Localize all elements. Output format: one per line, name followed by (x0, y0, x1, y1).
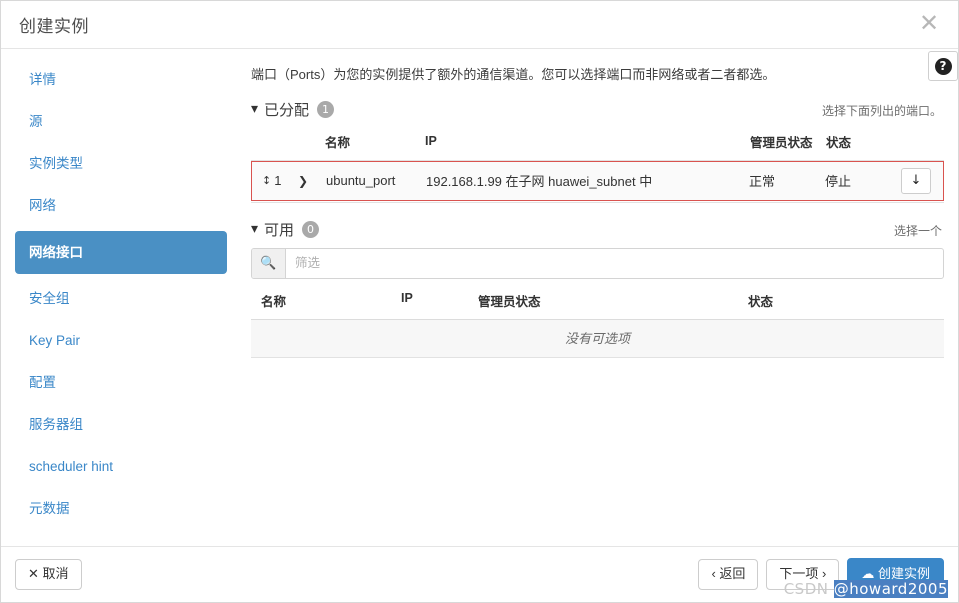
col-admin-state: 管理员状态 (750, 127, 826, 161)
wizard-content: ? 端口（Ports）为您的实例提供了额外的通信渠道。您可以选择端口而非网络或者… (241, 49, 958, 546)
table-row[interactable]: ↕ 1 ❯ ubuntu_port 192.168.1.99 在子网 huawe… (251, 160, 944, 201)
row-order[interactable]: ↕ 1 (252, 173, 298, 188)
empty-state-message: 没有可选项 (251, 319, 944, 358)
available-count-badge: 0 (302, 220, 320, 238)
back-button[interactable]: ‹ 返回 (698, 559, 759, 590)
help-button[interactable]: ? (928, 51, 958, 81)
sidebar-item-server-groups[interactable]: 服务器组 (15, 408, 227, 442)
allocated-title: 已分配 (264, 101, 310, 119)
available-title: 可用 (264, 221, 295, 239)
col-name: 名称 (261, 294, 287, 309)
row-order-value: 1 (274, 173, 282, 188)
row-port-ip: 192.168.1.99 在子网 huawei_subnet 中 (426, 174, 653, 189)
sidebar-item-label: 服务器组 (29, 417, 83, 432)
col-order (251, 127, 325, 161)
cloud-upload-icon: ☁ (861, 566, 875, 582)
row-admin-state: 正常 (749, 174, 776, 189)
ports-description: 端口（Ports）为您的实例提供了额外的通信渠道。您可以选择端口而非网络或者二者… (251, 67, 776, 82)
sidebar-item-label: 详情 (29, 72, 56, 87)
row-actions: ↓ (889, 167, 943, 194)
allocated-count-badge: 1 (317, 100, 335, 118)
table-header-row: 名称 IP 管理员状态 状态 (251, 127, 944, 161)
chevron-down-icon[interactable]: ▾ (251, 222, 258, 236)
sidebar-item-key-pair[interactable]: Key Pair (15, 324, 227, 358)
sidebar-item-details[interactable]: 详情 (15, 63, 227, 97)
arrow-down-icon[interactable]: ↓ (901, 167, 931, 194)
create-instance-modal: 创建实例 ✕ 详情 源 实例类型 网络 网络接口 安全组 Key Pair 配置… (0, 0, 959, 603)
row-state: 停止 (825, 174, 852, 189)
modal-header: 创建实例 ✕ (1, 1, 958, 49)
chevron-right-icon[interactable]: ❯ (298, 174, 326, 188)
col-state: 状态 (826, 127, 890, 161)
x-icon: ✕ (28, 566, 39, 582)
sidebar-item-source[interactable]: 源 (15, 105, 227, 139)
modal-footer: ✕ 取消 ‹ 返回 下一项 › ☁ 创建实例 CSDN @howard2005 (1, 546, 958, 602)
cancel-button-label: 取消 (42, 565, 69, 581)
sidebar-item-network-ports[interactable]: 网络接口 (15, 231, 227, 274)
sidebar-item-label: 安全组 (29, 291, 70, 306)
available-section-header: ▾ 可用 0 选择一个 (251, 219, 944, 240)
col-name: 名称 (325, 127, 425, 161)
sort-updown-icon[interactable]: ↕ (262, 175, 271, 186)
search-icon: 🔍 (252, 248, 286, 278)
col-ip: IP (401, 290, 413, 305)
sidebar-item-label: 源 (29, 114, 43, 129)
divider (251, 201, 944, 203)
search-input[interactable] (286, 248, 943, 278)
sidebar-item-network[interactable]: 网络 (15, 189, 227, 223)
sidebar-item-configuration[interactable]: 配置 (15, 366, 227, 400)
sidebar-item-scheduler-hint[interactable]: scheduler hint (15, 450, 227, 484)
sidebar-item-label: Key Pair (29, 333, 81, 348)
cancel-button[interactable]: ✕ 取消 (15, 558, 82, 591)
available-hint: 选择一个 (893, 223, 942, 238)
allocated-table: 名称 IP 管理员状态 状态 ↕ 1 ❯ ubuntu_port 192.168… (251, 127, 944, 203)
col-ip: IP (425, 127, 750, 161)
help-circle-icon: ? (934, 57, 952, 75)
create-instance-button[interactable]: ☁ 创建实例 (847, 557, 944, 592)
create-instance-button-label: 创建实例 (877, 565, 930, 581)
col-actions (890, 127, 944, 161)
chevron-down-icon[interactable]: ▾ (251, 102, 258, 116)
modal-body: 详情 源 实例类型 网络 网络接口 安全组 Key Pair 配置 服务器组 s… (1, 49, 958, 546)
sidebar-item-metadata[interactable]: 元数据 (15, 492, 227, 526)
available-table-header-row: 名称 IP 管理员状态 状态 (251, 285, 944, 320)
col-admin-state: 管理员状态 (478, 294, 541, 309)
row-port-name: ubuntu_port (326, 173, 396, 188)
sidebar-item-security-groups[interactable]: 安全组 (15, 282, 227, 316)
next-button[interactable]: 下一项 › (766, 559, 840, 590)
allocated-table-head: 名称 IP 管理员状态 状态 (251, 127, 944, 161)
allocated-hint: 选择下面列出的端口。 (821, 103, 942, 118)
allocated-section-header: ▾ 已分配 1 选择下面列出的端口。 (251, 99, 944, 120)
sidebar-item-label: 网络接口 (29, 245, 83, 260)
close-icon[interactable]: ✕ (916, 11, 942, 37)
page-title: 创建实例 (19, 17, 89, 36)
sidebar-item-label: 实例类型 (29, 156, 83, 171)
filter-bar[interactable]: 🔍 (251, 247, 944, 279)
footer-actions: ‹ 返回 下一项 › ☁ 创建实例 (698, 557, 944, 592)
sidebar-item-flavor[interactable]: 实例类型 (15, 147, 227, 181)
sidebar-item-label: scheduler hint (29, 459, 114, 474)
sidebar-item-label: 配置 (29, 375, 56, 390)
sidebar-item-label: 网络 (29, 198, 56, 213)
sidebar-item-label: 元数据 (29, 501, 70, 516)
col-state: 状态 (748, 294, 774, 309)
wizard-sidebar: 详情 源 实例类型 网络 网络接口 安全组 Key Pair 配置 服务器组 s… (1, 49, 241, 546)
